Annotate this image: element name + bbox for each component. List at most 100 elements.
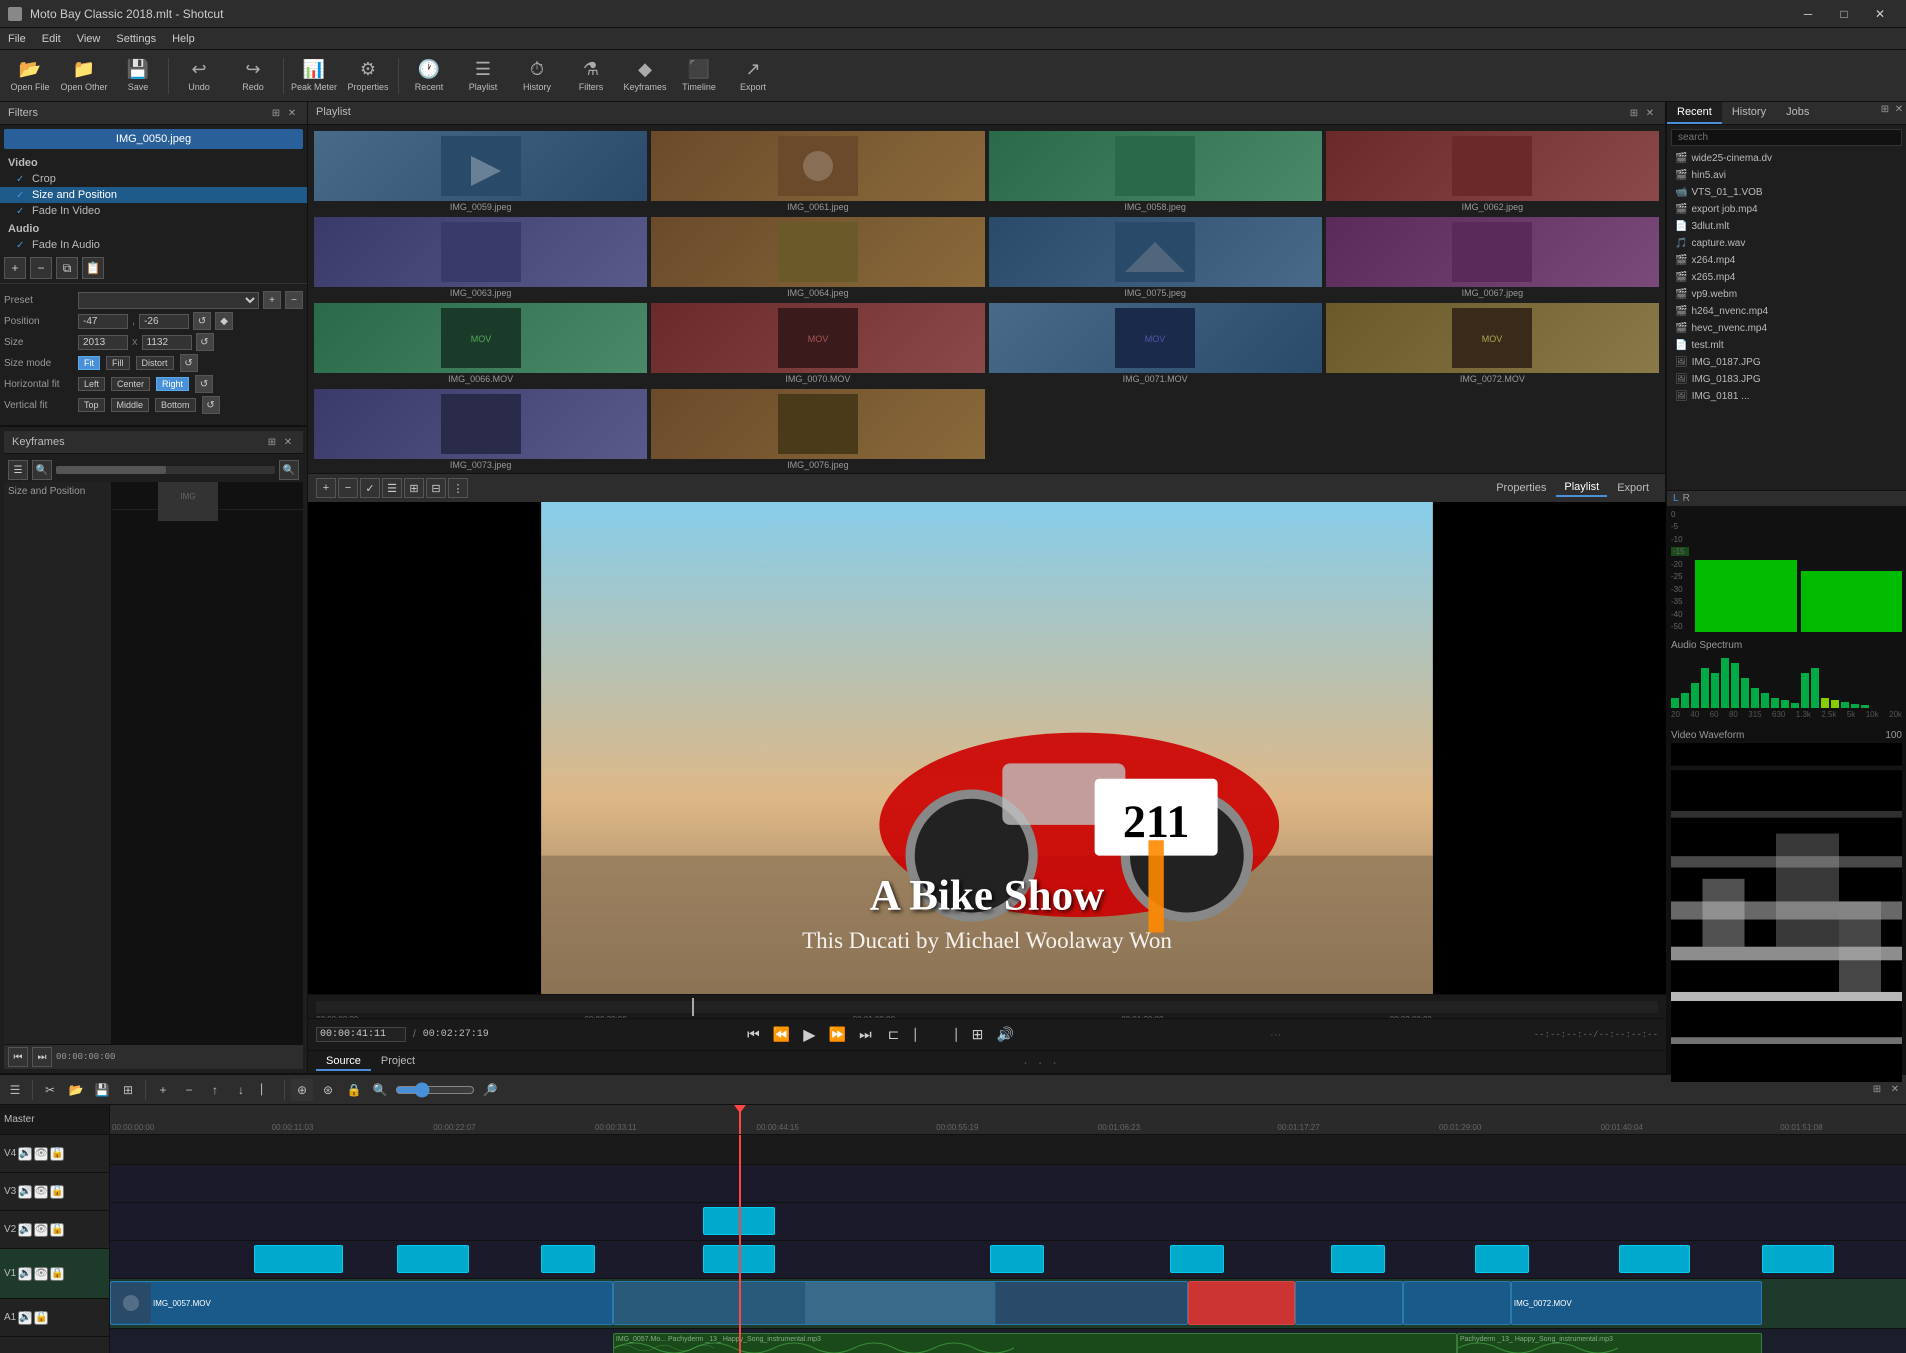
filter-add-button[interactable]: +	[4, 257, 26, 279]
position-keyframe-btn[interactable]: ◆	[215, 312, 233, 330]
h-fit-center[interactable]: Center	[111, 377, 150, 391]
recent-item-3[interactable]: 🎬 export job.mp4	[1667, 201, 1906, 218]
preview-current-time[interactable]	[316, 1027, 406, 1042]
v3-audio-btn[interactable]: 🔊	[18, 1185, 32, 1199]
recent-item-9[interactable]: 🎬 h264_nvenc.mp4	[1667, 303, 1906, 320]
filter-remove-button[interactable]: −	[30, 257, 52, 279]
v-fit-top[interactable]: Top	[78, 398, 105, 412]
v2-lock-btn[interactable]: 🔓	[50, 1223, 64, 1237]
filter-crop[interactable]: ✓ Crop	[0, 171, 307, 187]
kf-next-btn[interactable]: ⏭	[32, 1047, 52, 1067]
recent-item-4[interactable]: 📄 3dlut.mlt	[1667, 218, 1906, 235]
filter-fade-in-video[interactable]: ✓ Fade In Video	[0, 203, 307, 219]
menu-help[interactable]: Help	[164, 28, 203, 50]
recent-float[interactable]: ⊞	[1878, 102, 1892, 116]
size-mode-distort[interactable]: Distort	[136, 356, 174, 370]
timeline-zoom-slider[interactable]	[395, 1082, 475, 1098]
tab-properties[interactable]: Properties	[1488, 480, 1554, 496]
recent-item-12[interactable]: 🖼 IMG_0187.JPG	[1667, 354, 1906, 371]
tl-zoom-out-btn[interactable]: 🔍	[369, 1079, 391, 1101]
size-h-input[interactable]	[142, 335, 192, 350]
size-mode-reset[interactable]: ↺	[180, 354, 198, 372]
timeline-float[interactable]: ⊞	[1870, 1083, 1884, 1097]
v1-clip-5[interactable]	[1403, 1281, 1511, 1325]
v2-clip-8[interactable]	[1619, 1245, 1691, 1273]
playlist-check-btn[interactable]: ✓	[360, 478, 380, 498]
recent-item-13[interactable]: 🖼 IMG_0183.JPG	[1667, 371, 1906, 388]
recent-item-14[interactable]: 🖼 IMG_0181 ...	[1667, 388, 1906, 405]
v2-clip-1[interactable]	[397, 1245, 469, 1273]
preview-prev-frame-btn[interactable]: ⏪	[769, 1023, 793, 1047]
v2-clip-7[interactable]	[1475, 1245, 1529, 1273]
recent-search-input[interactable]	[1671, 129, 1902, 146]
playlist-add-btn[interactable]: +	[316, 478, 336, 498]
list-item[interactable]: IMG_0075.jpeg	[987, 215, 1324, 301]
kf-prev-btn[interactable]: ⏮	[8, 1047, 28, 1067]
v2-eye-btn[interactable]: 👁	[34, 1223, 48, 1237]
list-item[interactable]: MOV IMG_0072.MOV	[1324, 301, 1661, 387]
a1-clip-0[interactable]: IMG_0057.Mo... Pachyderm _13_ Happy_Song…	[613, 1333, 1457, 1353]
preview-scrubber[interactable]: 00:00:00:00 00:00:30:00 00:01:00:00 00:0…	[316, 1001, 1658, 1013]
tab-recent[interactable]: Recent	[1667, 102, 1722, 124]
list-item[interactable]: IMG_0062.jpeg	[1324, 129, 1661, 215]
timeline-tracks-area[interactable]: 00:00:00:00 00:00:11:03 00:00:22:07 00:0…	[110, 1105, 1906, 1353]
list-item[interactable]: MOV IMG_0066.MOV	[312, 301, 649, 387]
preview-mark-out-btn[interactable]: ⎹	[937, 1023, 961, 1047]
tab-history[interactable]: History	[1722, 102, 1776, 124]
filters-button[interactable]: ⚗ Filters	[565, 52, 617, 100]
close-button[interactable]: ✕	[1862, 0, 1898, 28]
v1-audio-btn[interactable]: 🔊	[18, 1267, 32, 1281]
v3-clip-0[interactable]	[703, 1207, 775, 1235]
list-item[interactable]: IMG_0058.jpeg	[987, 129, 1324, 215]
v1-eye-btn[interactable]: 👁	[34, 1267, 48, 1281]
kf-list-btn[interactable]: ☰	[8, 460, 28, 480]
a1-clip-1[interactable]: Pachyderm _13_ Happy_Song_instrumental.m…	[1457, 1333, 1762, 1353]
list-item[interactable]: IMG_0073.jpeg	[312, 387, 649, 473]
v-fit-bottom[interactable]: Bottom	[155, 398, 196, 412]
list-item[interactable]: IMG_0076.jpeg	[649, 387, 986, 473]
keyframes-close[interactable]: ✕	[281, 435, 295, 449]
list-item[interactable]: IMG_0064.jpeg	[649, 215, 986, 301]
recent-item-0[interactable]: 🎬 wide25-cinema.dv	[1667, 150, 1906, 167]
preview-play-btn[interactable]: ▶	[797, 1023, 821, 1047]
size-w-input[interactable]	[78, 335, 128, 350]
tab-project[interactable]: Project	[371, 1053, 425, 1071]
playlist-button[interactable]: ☰ Playlist	[457, 52, 509, 100]
a1-lock-btn[interactable]: 🔓	[34, 1311, 48, 1325]
list-item[interactable]: MOV IMG_0070.MOV	[649, 301, 986, 387]
filter-paste-button[interactable]: 📋	[82, 257, 104, 279]
h-fit-right[interactable]: Right	[156, 377, 189, 391]
preview-next-frame-btn[interactable]: ⏩	[825, 1023, 849, 1047]
open-other-button[interactable]: 📁 Open Other	[58, 52, 110, 100]
v-fit-reset[interactable]: ↺	[202, 396, 220, 414]
preset-add-btn[interactable]: +	[263, 291, 281, 309]
tl-cut-btn[interactable]: ✂	[39, 1079, 61, 1101]
menu-settings[interactable]: Settings	[108, 28, 164, 50]
keyframes-button[interactable]: ◆ Keyframes	[619, 52, 671, 100]
peak-meter-button[interactable]: 📊 Peak Meter	[288, 52, 340, 100]
tl-add-btn[interactable]: +	[152, 1079, 174, 1101]
history-button[interactable]: ⏱ History	[511, 52, 563, 100]
v2-clip-5[interactable]	[1170, 1245, 1224, 1273]
tab-source[interactable]: Source	[316, 1053, 371, 1071]
list-item[interactable]: IMG_0061.jpeg	[649, 129, 986, 215]
undo-button[interactable]: ↩ Undo	[173, 52, 225, 100]
size-mode-fill[interactable]: Fill	[106, 356, 130, 370]
playlist-close[interactable]: ✕	[1643, 106, 1657, 120]
v3-eye-btn[interactable]: 👁	[34, 1185, 48, 1199]
v4-lock-btn[interactable]: 🔓	[50, 1147, 64, 1161]
filters-close-button[interactable]: ✕	[285, 106, 299, 120]
preset-remove-btn[interactable]: −	[285, 291, 303, 309]
v2-clip-0[interactable]	[254, 1245, 344, 1273]
tl-zoom-in-btn[interactable]: 🔎	[479, 1079, 501, 1101]
tl-snap-btn[interactable]: ⊕	[291, 1079, 313, 1101]
v2-audio-btn[interactable]: 🔊	[18, 1223, 32, 1237]
preview-grid-btn[interactable]: ⊞	[965, 1023, 989, 1047]
position-reset-btn[interactable]: ↺	[193, 312, 211, 330]
keyframes-float[interactable]: ⊞	[265, 435, 279, 449]
playlist-detail-view-btn[interactable]: ⊟	[426, 478, 446, 498]
tl-ripple-btn[interactable]: ⊛	[317, 1079, 339, 1101]
minimize-button[interactable]: ─	[1790, 0, 1826, 28]
recent-item-1[interactable]: 🎬 hin5.avi	[1667, 167, 1906, 184]
v2-clip-4[interactable]	[990, 1245, 1044, 1273]
